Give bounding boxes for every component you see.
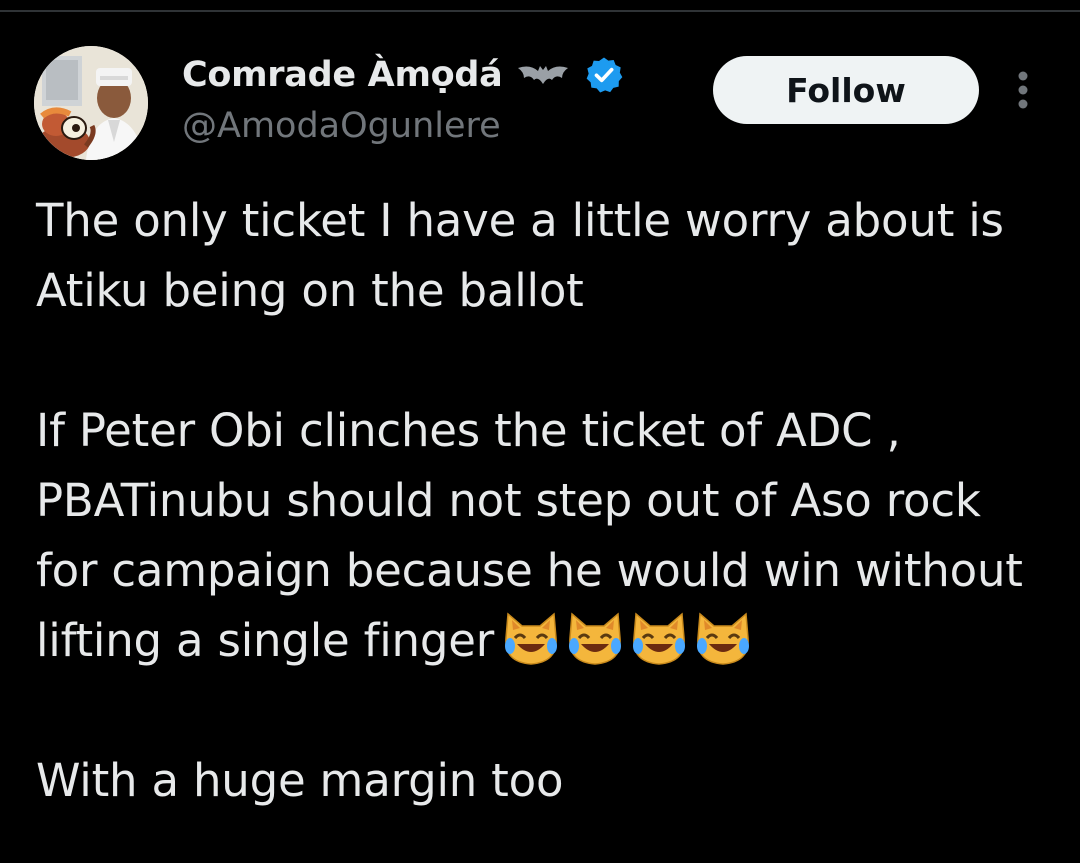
- cat-tears-of-joy-icon: [692, 610, 754, 666]
- user-handle[interactable]: @AmodaOgunlere: [182, 106, 501, 146]
- follow-button[interactable]: Follow: [713, 56, 979, 124]
- display-name-row: Comrade Àmọdá: [182, 50, 624, 100]
- verified-badge-icon[interactable]: [584, 55, 624, 95]
- tweet-paragraph: With a huge margin too: [36, 754, 564, 807]
- tweet-paragraph: The only ticket I have a little worry ab…: [36, 194, 1004, 317]
- display-name[interactable]: Comrade Àmọdá: [182, 55, 503, 95]
- tweet-text: The only ticket I have a little worry ab…: [36, 186, 1056, 816]
- avatar[interactable]: [34, 46, 148, 160]
- more-vertical-icon: [1018, 71, 1028, 109]
- cat-tears-of-joy-icon: [500, 610, 562, 666]
- bat-icon: [516, 60, 570, 90]
- tweet-paragraph-with-emoji: If Peter Obi clinches the ticket of ADC …: [36, 396, 1056, 676]
- emoji-group: [500, 610, 754, 666]
- avatar-image: [34, 46, 148, 160]
- more-options-button[interactable]: [1006, 70, 1040, 110]
- cat-tears-of-joy-icon: [628, 610, 690, 666]
- cat-tears-of-joy-icon: [564, 610, 626, 666]
- tweet-header: Comrade Àmọdá @AmodaOgunlere Follow: [0, 0, 1080, 170]
